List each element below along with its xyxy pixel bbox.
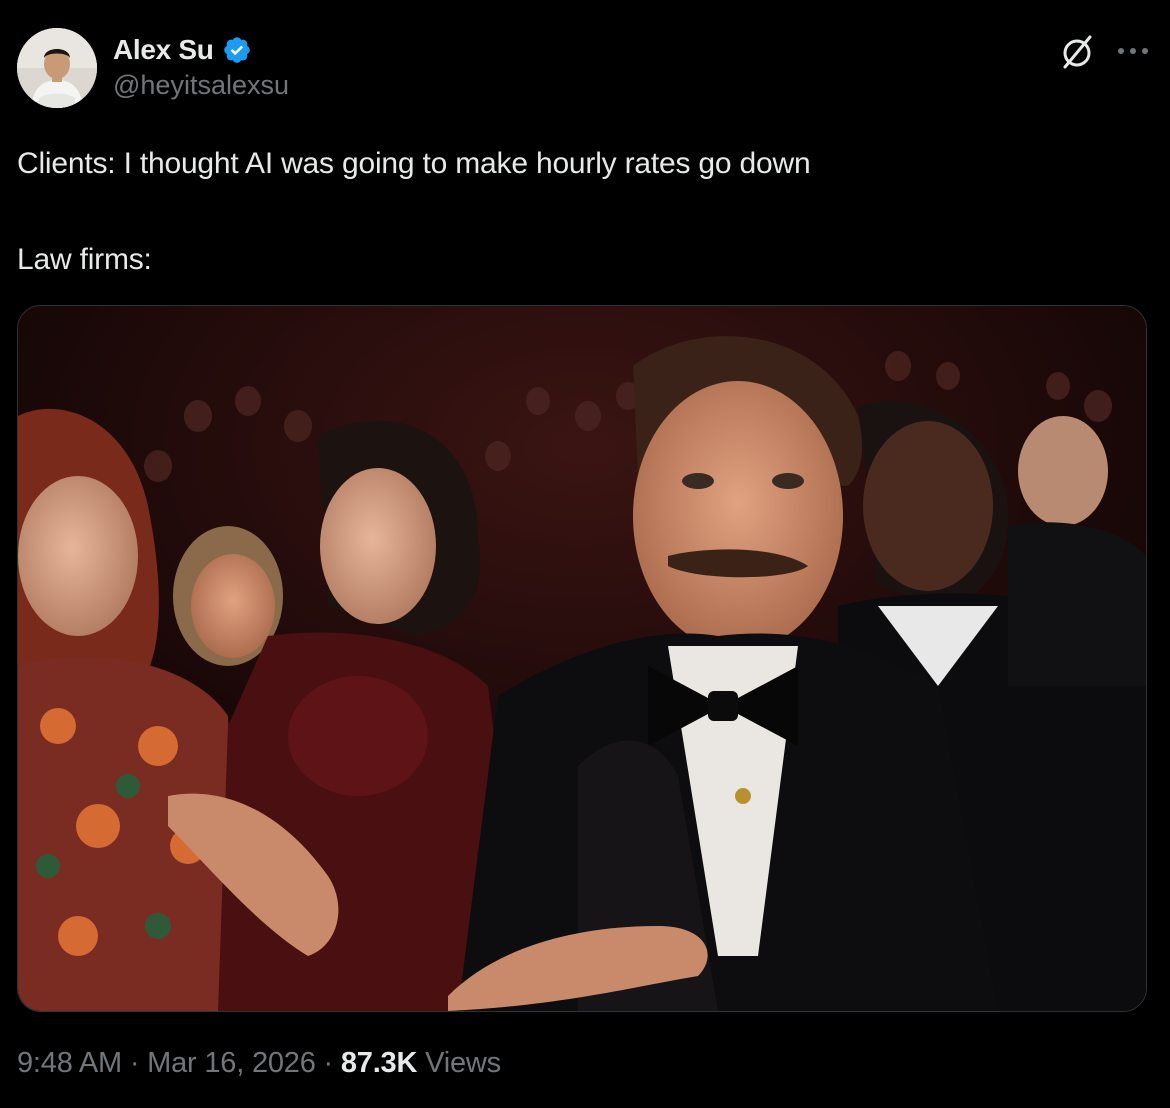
grok-icon[interactable] bbox=[1057, 31, 1097, 71]
tweet-meta: 9:48 AM · Mar 16, 2026 · 87.3K Views bbox=[17, 1047, 501, 1080]
views-count[interactable]: 87.3K bbox=[341, 1047, 418, 1079]
tweet-media-photo[interactable] bbox=[17, 305, 1147, 1012]
meme-photo-icon bbox=[18, 306, 1146, 1011]
profile-photo-icon bbox=[17, 28, 97, 108]
more-horizontal-icon[interactable] bbox=[1112, 31, 1154, 71]
tweet-text-line-1: Clients: I thought AI was going to make … bbox=[17, 147, 811, 180]
display-name-row: Alex Su bbox=[113, 32, 289, 68]
tweet: Alex Su @heyitsalexsu Clients: I thought… bbox=[0, 0, 1170, 1108]
tweet-text: Clients: I thought AI was going to make … bbox=[17, 140, 1147, 284]
tweet-date[interactable]: Mar 16, 2026 bbox=[147, 1047, 316, 1079]
views-label: Views bbox=[417, 1047, 501, 1079]
meta-separator: · bbox=[315, 1047, 341, 1079]
tweet-header: Alex Su @heyitsalexsu bbox=[17, 28, 1153, 112]
author-handle[interactable]: @heyitsalexsu bbox=[113, 70, 289, 101]
verified-badge-icon bbox=[223, 37, 250, 63]
tweet-time[interactable]: 9:48 AM bbox=[17, 1047, 122, 1079]
tweet-text-line-2: Law firms: bbox=[17, 243, 152, 276]
avatar[interactable] bbox=[17, 28, 97, 108]
meta-separator: · bbox=[122, 1047, 148, 1079]
display-name[interactable]: Alex Su bbox=[113, 34, 214, 66]
author-names: Alex Su @heyitsalexsu bbox=[113, 32, 289, 101]
